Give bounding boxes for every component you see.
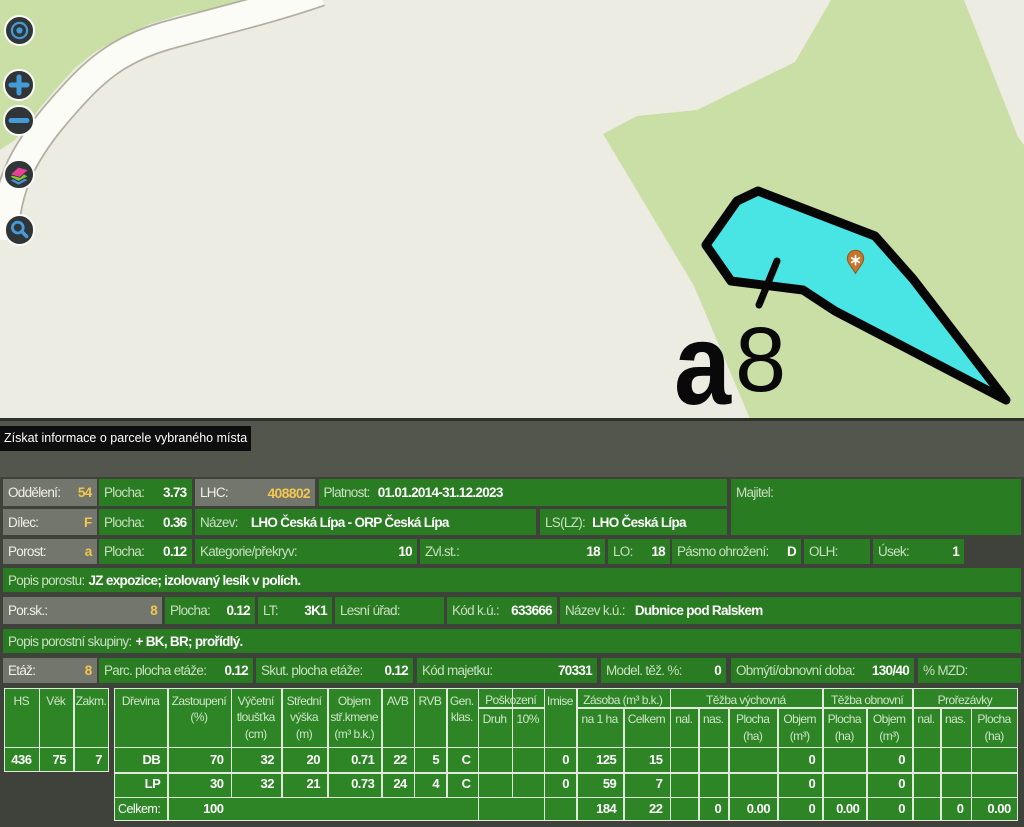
svg-text:8: 8 (735, 309, 786, 411)
svg-text:a: a (674, 301, 732, 418)
